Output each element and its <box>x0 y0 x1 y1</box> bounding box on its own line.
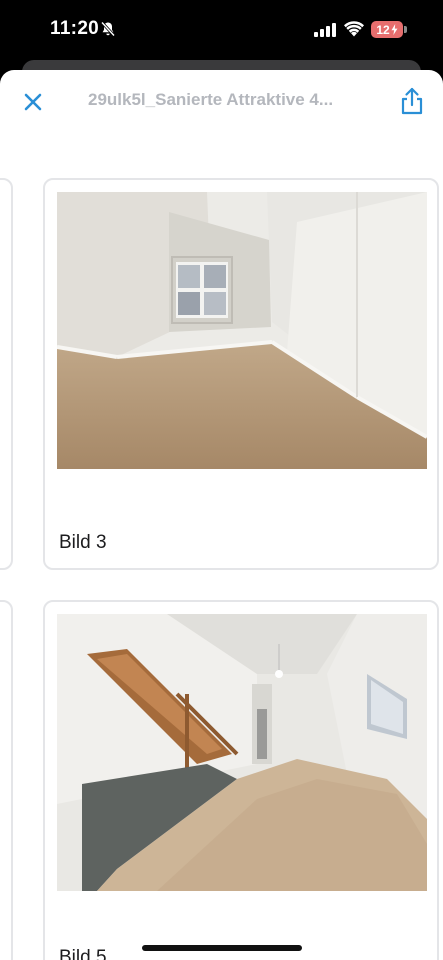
card-caption: Bild 3 <box>59 532 107 553</box>
header: 29ulk5l_Sanierte Attraktive 4... <box>0 70 443 132</box>
home-indicator[interactable] <box>142 945 302 951</box>
battery-icon: 12 <box>371 21 403 38</box>
share-icon[interactable] <box>398 86 426 116</box>
card-caption: Bild 5 <box>59 947 107 960</box>
gallery-sheet: 29ulk5l_Sanierte Attraktive 4... Bild 3 … <box>0 70 443 960</box>
photo-attic-room <box>57 192 427 469</box>
gallery-card-previous[interactable] <box>0 178 13 570</box>
gallery-card-previous[interactable] <box>0 600 13 960</box>
status-bar: 11:20 12 <box>0 0 443 60</box>
gallery-card[interactable]: Bild 5 <box>43 600 439 960</box>
page-title: 29ulk5l_Sanierte Attraktive 4... <box>88 90 334 109</box>
status-time: 11:20 <box>50 18 100 39</box>
close-icon[interactable] <box>20 89 46 115</box>
wifi-icon <box>344 21 364 37</box>
charging-bolt-icon <box>391 24 398 35</box>
photo-staircase-room <box>57 614 427 891</box>
gallery-card[interactable]: Bild 3 <box>43 178 439 570</box>
battery-level: 12 <box>376 22 390 37</box>
signal-icon <box>314 23 336 37</box>
bell-slash-icon <box>100 21 116 37</box>
battery-cap <box>404 26 407 33</box>
